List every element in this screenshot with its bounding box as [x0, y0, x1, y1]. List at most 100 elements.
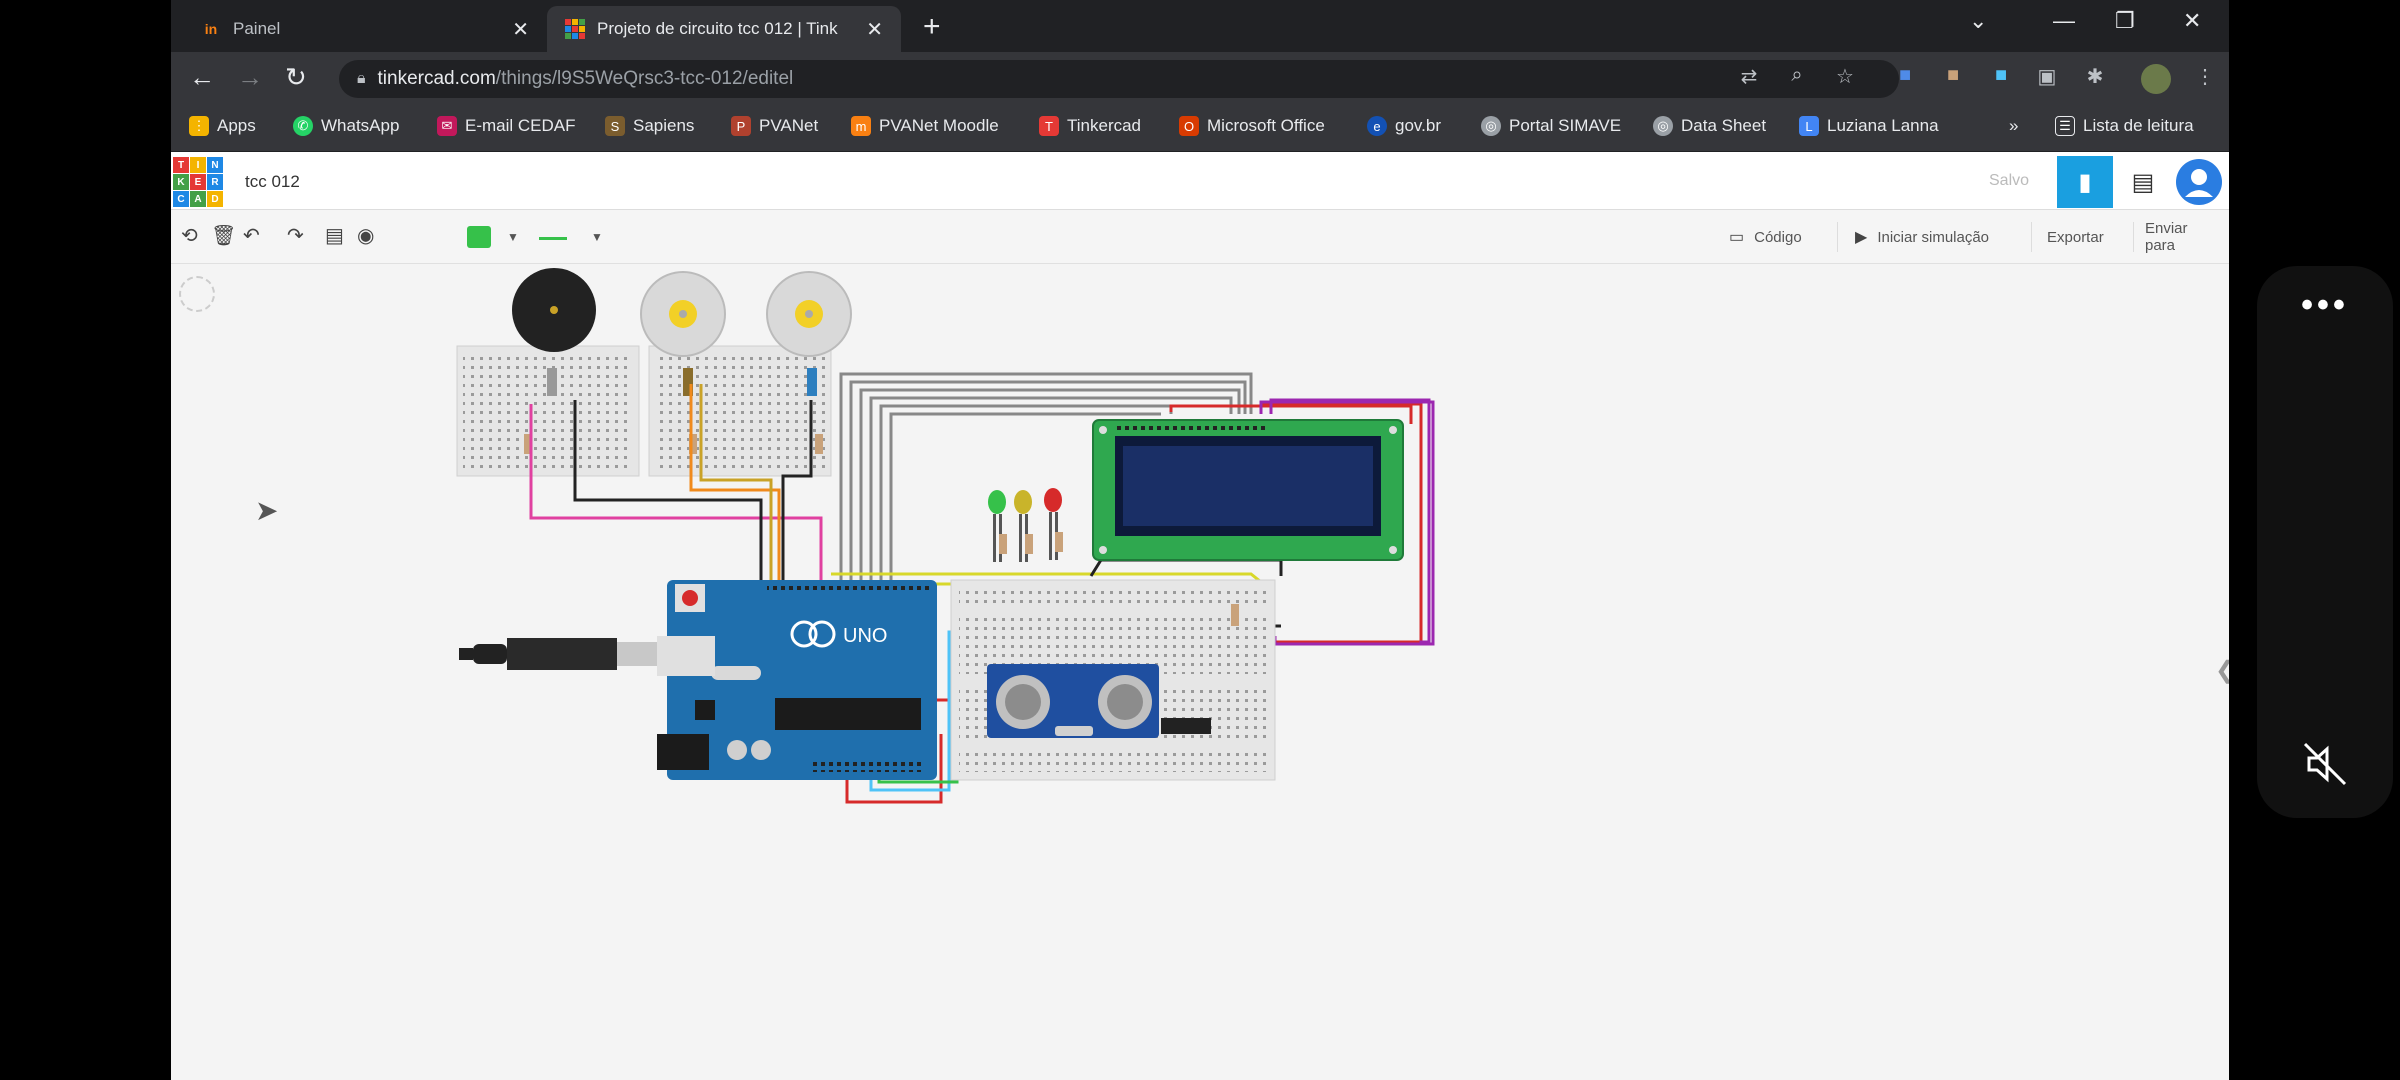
apps-grid-icon: ⋮: [189, 116, 209, 136]
minimize-button[interactable]: —: [2053, 8, 2075, 34]
globe-icon: ◎: [1481, 116, 1501, 136]
diode[interactable]: [807, 368, 817, 396]
back-arrow-icon[interactable]: ←: [189, 62, 215, 93]
code-button[interactable]: ▭ Código: [1719, 222, 1812, 252]
piezo-buzzer[interactable]: [512, 268, 596, 352]
wire-type-selector[interactable]: [539, 237, 567, 240]
circuit-canvas[interactable]: ➤ ❮: [171, 264, 2229, 1080]
breadboard-small-left[interactable]: [456, 345, 640, 477]
usb-cable[interactable]: [459, 636, 715, 676]
breadboard-small-right[interactable]: [648, 345, 832, 477]
sapiens-icon: S: [605, 116, 625, 136]
led-red[interactable]: [1044, 488, 1063, 560]
extension-d-icon[interactable]: ▣: [2033, 64, 2061, 92]
l-icon: L: [1799, 116, 1819, 136]
mute-icon[interactable]: [2257, 740, 2393, 793]
tab-title: Projeto de circuito tcc 012 | Tink: [597, 19, 838, 38]
arduino-uno[interactable]: UNO: [657, 580, 937, 780]
notes-icon[interactable]: ▤: [325, 223, 344, 248]
restore-button[interactable]: ❐: [2115, 8, 2135, 34]
user-avatar[interactable]: [2176, 159, 2222, 205]
close-window-button[interactable]: ✕: [2183, 8, 2201, 34]
visibility-eye-icon[interactable]: ◉: [357, 223, 374, 248]
address-bar[interactable]: 🔒︎ tinkercad.com /things/l9S5WeQrsc3-tcc…: [339, 60, 1899, 98]
project-name[interactable]: tcc 012: [245, 172, 300, 192]
more-bookmarks-button[interactable]: »: [2009, 116, 2018, 136]
circuit-view-button[interactable]: ▮: [2057, 156, 2113, 208]
schematic-view-button[interactable]: ▤: [2115, 156, 2171, 208]
tab-search-chevron-down-icon[interactable]: ⌄: [1969, 8, 1987, 34]
search-icon[interactable]: ⌕: [1783, 64, 1811, 92]
bookmark-whatsapp[interactable]: ✆ WhatsApp: [293, 116, 399, 136]
bookmark-luziana-lanna[interactable]: L Luziana Lanna: [1799, 116, 1939, 136]
browser-toolbar: ← → ↻ 🔒︎ tinkercad.com /things/l9S5WeQrs…: [171, 52, 2229, 104]
bookmark-data-sheet[interactable]: ◎ Data Sheet: [1653, 116, 1766, 136]
bookmark-pvanet-moodle[interactable]: m PVANet Moodle: [851, 116, 999, 136]
bookmark-label: Portal SIMAVE: [1509, 116, 1622, 135]
toolbar-divider: [2133, 222, 2134, 252]
tinkercad-favicon-icon: [565, 19, 585, 39]
redo-icon[interactable]: ↷: [287, 223, 304, 248]
dc-motor-2[interactable]: [766, 271, 852, 357]
bookmark-star-icon[interactable]: ☆: [1831, 64, 1859, 92]
overlay-control-panel: •••: [2257, 266, 2393, 818]
tab-projeto[interactable]: Projeto de circuito tcc 012 | Tink ✕: [547, 6, 901, 52]
bookmark-label: PVANet: [759, 116, 819, 135]
color-dropdown-chevron-icon[interactable]: ▼: [507, 230, 519, 244]
tinkercad-logo[interactable]: TIN KER CAD: [173, 157, 223, 207]
bookmark-label: E-mail CEDAF: [465, 116, 576, 135]
bookmark-sapiens[interactable]: S Sapiens: [605, 116, 694, 136]
wire-type-chevron-icon[interactable]: ▼: [591, 230, 603, 244]
close-tab-icon[interactable]: ✕: [866, 17, 883, 42]
menu-kebab-icon[interactable]: ⋮: [2191, 64, 2219, 92]
close-tab-icon[interactable]: ✕: [512, 17, 529, 42]
dc-motor-1[interactable]: [640, 271, 726, 357]
bookmark-microsoft-office[interactable]: O Microsoft Office: [1179, 116, 1325, 136]
office-icon: O: [1179, 116, 1199, 136]
start-simulation-label: Iniciar simulação: [1877, 228, 1990, 246]
undo-icon[interactable]: ↶: [243, 223, 260, 248]
send-to-button[interactable]: Enviar para: [2135, 220, 2229, 254]
profile-avatar[interactable]: [2141, 64, 2171, 94]
extension-c-icon[interactable]: ■: [1987, 64, 2015, 92]
extension-a-icon[interactable]: ■: [1891, 64, 1919, 92]
bookmark-portal-simave[interactable]: ◎ Portal SIMAVE: [1481, 116, 1621, 136]
extension-b-icon[interactable]: ■: [1939, 64, 1967, 92]
forward-arrow-icon[interactable]: →: [237, 62, 263, 93]
export-button[interactable]: Exportar: [2037, 222, 2114, 252]
transistor[interactable]: [547, 368, 557, 396]
wire-color-swatch[interactable]: [467, 226, 491, 248]
bookmark-tinkercad[interactable]: T Tinkercad: [1039, 116, 1141, 136]
tab-title: Painel: [233, 19, 281, 38]
new-tab-button[interactable]: +: [923, 10, 941, 44]
resistor[interactable]: [1231, 604, 1239, 626]
toolbar-divider: [1837, 222, 1838, 252]
start-simulation-button[interactable]: ▶ Iniciar simulação: [1845, 222, 1999, 252]
led-yellow[interactable]: [1014, 490, 1033, 562]
play-icon: ▶: [1855, 229, 1868, 246]
bookmarks-bar: ⋮ Apps ✆ WhatsApp ✉ E-mail CEDAF S Sapiens P…: [171, 104, 2229, 152]
bookmark-govbr[interactable]: e gov.br: [1367, 116, 1441, 136]
extensions-puzzle-icon[interactable]: ✱: [2081, 64, 2109, 92]
editor-toolbar: ⟲ 🗑︎ ↶ ↷ ▤ ◉ ▼ ▼ ▭ Código ▶ Iniciar simula…: [171, 210, 2229, 264]
led-green[interactable]: [988, 490, 1007, 562]
bookmark-label: Data Sheet: [1681, 116, 1767, 135]
more-options-icon[interactable]: •••: [2257, 286, 2393, 325]
rotate-icon[interactable]: ⟲: [181, 223, 198, 248]
tab-painel[interactable]: in Painel ✕: [183, 6, 547, 52]
bookmark-email-cedaf[interactable]: ✉ E-mail CEDAF: [437, 116, 576, 136]
bookmark-pvanet[interactable]: P PVANet: [731, 116, 818, 136]
reading-list-button[interactable]: ☰ Lista de leitura: [2055, 116, 2194, 136]
resistor[interactable]: [815, 434, 823, 454]
delete-trash-icon[interactable]: 🗑︎: [211, 223, 236, 248]
lcd-16x2[interactable]: [1092, 419, 1404, 561]
reload-icon[interactable]: ↻: [285, 62, 307, 93]
whatsapp-icon: ✆: [293, 116, 313, 136]
url-path: /things/l9S5WeQrsc3-tcc-012/editel: [495, 68, 794, 89]
bookmark-label: Sapiens: [633, 116, 695, 135]
export-label: Exportar: [2047, 228, 2104, 246]
tinkercad-icon: T: [1039, 116, 1059, 136]
bookmark-apps[interactable]: ⋮ Apps: [189, 116, 256, 136]
translate-icon[interactable]: ⇄: [1735, 64, 1763, 92]
browser-window: in Painel ✕ Projeto de circuito tcc 012 …: [171, 0, 2229, 1080]
